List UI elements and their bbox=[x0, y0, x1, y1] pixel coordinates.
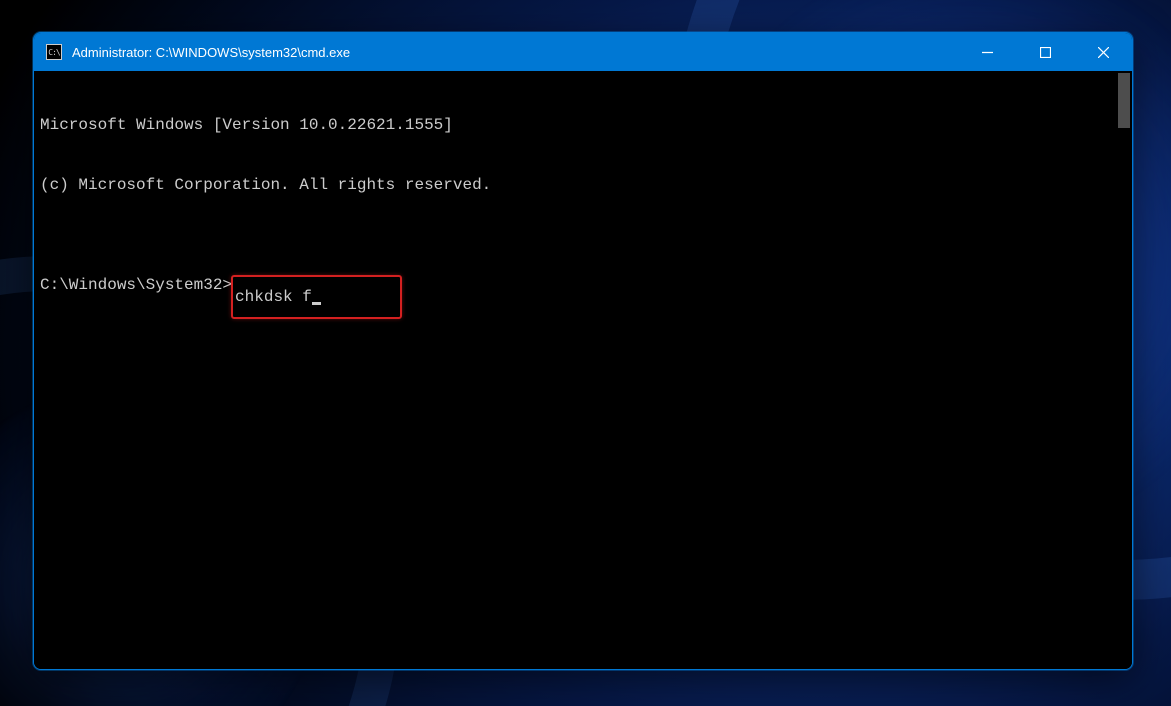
typed-command: chkdsk f bbox=[235, 287, 312, 307]
prompt-line: C:\Windows\System32> chkdsk f bbox=[40, 275, 1126, 319]
copyright-line: (c) Microsoft Corporation. All rights re… bbox=[40, 175, 1126, 195]
terminal-output: Microsoft Windows [Version 10.0.22621.15… bbox=[34, 71, 1132, 363]
window-controls bbox=[958, 33, 1132, 71]
vertical-scrollbar[interactable] bbox=[1118, 73, 1130, 128]
titlebar[interactable]: C:\ Administrator: C:\WINDOWS\system32\c… bbox=[34, 33, 1132, 71]
command-highlight: chkdsk f bbox=[231, 275, 402, 319]
prompt-path: C:\Windows\System32> bbox=[40, 275, 232, 295]
maximize-button[interactable] bbox=[1016, 33, 1074, 71]
minimize-button[interactable] bbox=[958, 33, 1016, 71]
close-button[interactable] bbox=[1074, 33, 1132, 71]
version-line: Microsoft Windows [Version 10.0.22621.15… bbox=[40, 115, 1126, 135]
terminal-area[interactable]: Microsoft Windows [Version 10.0.22621.15… bbox=[34, 71, 1132, 669]
window-title: Administrator: C:\WINDOWS\system32\cmd.e… bbox=[72, 45, 958, 60]
cmd-window: C:\ Administrator: C:\WINDOWS\system32\c… bbox=[33, 32, 1133, 670]
text-cursor bbox=[312, 302, 321, 305]
cmd-icon: C:\ bbox=[46, 44, 62, 60]
